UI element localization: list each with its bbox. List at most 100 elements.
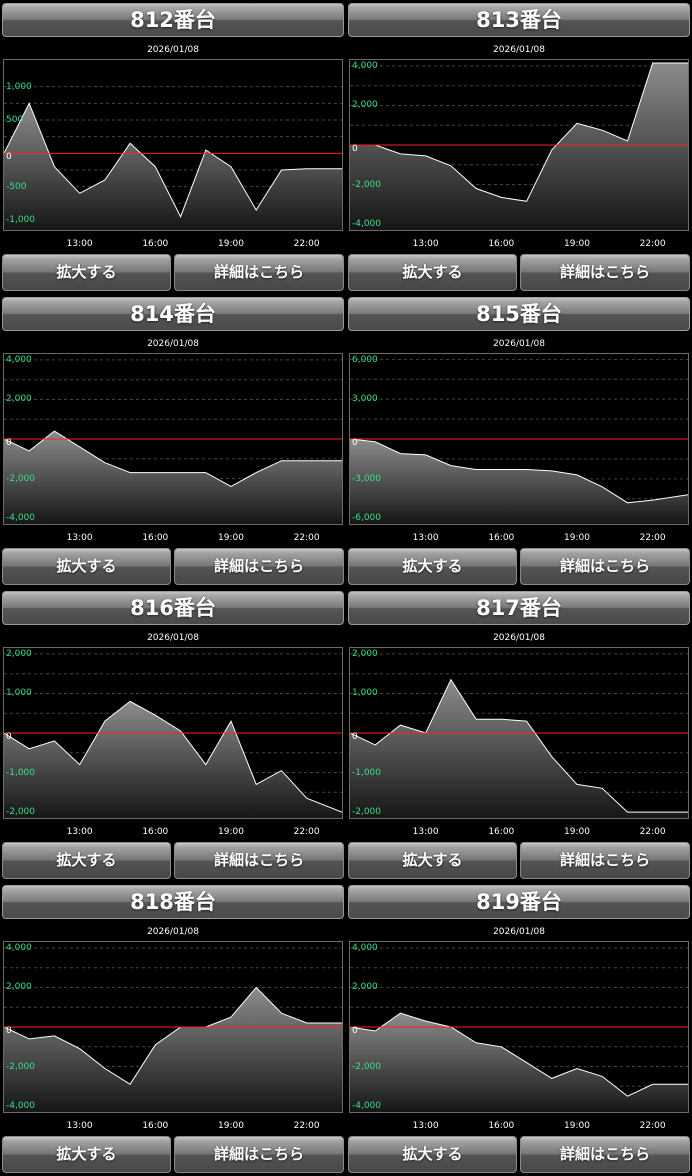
- x-tick-label: 13:00: [66, 239, 93, 249]
- machine-panel: 818番台 2026/01/08 4,000 2,000 0 -2,000 -4,000 13…: [0, 882, 344, 1176]
- chart-date: 2026/01/08: [493, 339, 545, 349]
- chart-svg: [350, 653, 688, 818]
- y-tick-label: -6,000: [352, 513, 382, 523]
- y-tick-label: -1,000: [6, 215, 36, 225]
- x-tick-label: 13:00: [412, 1121, 439, 1131]
- detail-button[interactable]: 詳細はこちら: [520, 1136, 690, 1173]
- x-tick-label: 13:00: [412, 239, 439, 249]
- x-tick-label: 16:00: [488, 533, 515, 543]
- y-tick-label: -2,000: [6, 1061, 36, 1072]
- x-tick-label: 22:00: [639, 1121, 666, 1131]
- x-tick-label: 22:00: [293, 827, 320, 837]
- y-tick-label: -2,000: [6, 807, 36, 817]
- chart-plot-area: 4,000 2,000 0 -2,000 -4,000: [349, 941, 689, 1113]
- chart-plot-area: 2,000 1,000 0 -1,000 -2,000: [349, 647, 689, 819]
- x-tick-label: 19:00: [218, 827, 244, 837]
- chart-date: 2026/01/08: [147, 339, 199, 349]
- zoom-button[interactable]: 拡大する: [2, 842, 171, 879]
- machine-graph-grid: 812番台 2026/01/08 1,000 500 0 -500 -1,000 13:00 1…: [0, 0, 692, 1174]
- detail-button[interactable]: 詳細はこちら: [520, 548, 690, 585]
- machine-title: 813番台: [348, 3, 690, 37]
- x-tick-label: 19:00: [564, 827, 590, 837]
- x-tick-label: 13:00: [66, 827, 93, 837]
- x-tick-label: 16:00: [488, 827, 515, 837]
- chart-plot-area: 4,000 2,000 0 -2,000 -4,000: [3, 353, 343, 525]
- y-tick-label: 0: [6, 732, 12, 742]
- y-tick-label: -4,000: [352, 219, 382, 229]
- detail-button[interactable]: 詳細はこちら: [174, 1136, 344, 1173]
- x-tick-label: 16:00: [488, 1121, 515, 1131]
- y-tick-label: 0: [6, 438, 12, 448]
- zoom-button[interactable]: 拡大する: [348, 548, 517, 585]
- y-tick-label: 2,000: [6, 649, 32, 659]
- x-tick-label: 22:00: [639, 239, 666, 249]
- detail-button[interactable]: 詳細はこちら: [520, 842, 690, 879]
- y-tick-label: 0: [352, 438, 358, 448]
- machine-title: 815番台: [348, 297, 690, 331]
- x-tick-label: 13:00: [412, 827, 439, 837]
- y-tick-label: -4,000: [352, 1101, 382, 1111]
- chart-svg: [350, 947, 688, 1112]
- y-tick-label: 0: [6, 152, 12, 163]
- chart-plot-area: 2,000 1,000 0 -1,000 -2,000: [3, 647, 343, 819]
- x-tick-label: 16:00: [142, 1121, 169, 1131]
- chart-date: 2026/01/08: [147, 927, 199, 937]
- detail-button[interactable]: 詳細はこちら: [174, 548, 344, 585]
- zoom-button[interactable]: 拡大する: [2, 1136, 171, 1173]
- x-tick-label: 16:00: [142, 239, 169, 249]
- series-area: [4, 987, 342, 1112]
- detail-button[interactable]: 詳細はこちら: [174, 254, 344, 291]
- x-tick-label: 22:00: [293, 239, 320, 249]
- chart-svg: [350, 358, 688, 524]
- zoom-button[interactable]: 拡大する: [348, 254, 517, 291]
- y-tick-label: 2,000: [352, 100, 378, 111]
- zoom-button[interactable]: 拡大する: [2, 548, 171, 585]
- y-tick-label: 1,000: [6, 688, 32, 699]
- x-tick-label: 19:00: [218, 239, 244, 249]
- machine-panel: 812番台 2026/01/08 1,000 500 0 -500 -1,000 13:00 1…: [0, 0, 344, 294]
- x-tick-label: 13:00: [66, 1121, 93, 1131]
- y-tick-label: -500: [6, 181, 27, 192]
- zoom-button[interactable]: 拡大する: [2, 254, 171, 291]
- y-tick-label: 4,000: [352, 61, 378, 71]
- detail-button[interactable]: 詳細はこちら: [174, 842, 344, 879]
- zoom-button[interactable]: 拡大する: [348, 842, 517, 879]
- x-tick-label: 22:00: [293, 533, 320, 543]
- x-tick-label: 19:00: [218, 1121, 244, 1131]
- y-tick-label: 4,000: [6, 355, 32, 365]
- detail-button[interactable]: 詳細はこちら: [520, 254, 690, 291]
- chart-svg: [4, 359, 342, 524]
- machine-panel: 813番台 2026/01/08 4,000 2,000 0 -2,000 -4,000 13…: [346, 0, 690, 294]
- machine-panel: 816番台 2026/01/08 2,000 1,000 0 -1,000 -2,000 13…: [0, 588, 344, 882]
- y-tick-label: 2,000: [352, 982, 378, 993]
- machine-title: 812番台: [2, 3, 344, 37]
- machine-title: 818番台: [2, 885, 344, 919]
- x-tick-label: 19:00: [564, 239, 590, 249]
- y-tick-label: -2,000: [352, 807, 382, 817]
- x-tick-label: 19:00: [218, 533, 244, 543]
- chart-date: 2026/01/08: [493, 45, 545, 55]
- y-tick-label: 1,000: [6, 81, 32, 92]
- series-area: [4, 701, 342, 818]
- machine-title: 817番台: [348, 591, 690, 625]
- y-tick-label: 0: [352, 144, 358, 154]
- x-tick-label: 22:00: [639, 533, 666, 543]
- x-tick-label: 16:00: [142, 827, 169, 837]
- y-tick-label: 2,000: [6, 394, 32, 405]
- chart-svg: [4, 653, 342, 818]
- series-area: [350, 439, 688, 524]
- x-tick-label: 13:00: [412, 533, 439, 543]
- y-tick-label: 6,000: [352, 355, 378, 365]
- y-tick-label: 1,000: [352, 688, 378, 699]
- machine-title: 819番台: [348, 885, 690, 919]
- y-tick-label: -4,000: [6, 1101, 36, 1111]
- y-tick-label: 0: [6, 1026, 12, 1036]
- zoom-button[interactable]: 拡大する: [348, 1136, 517, 1173]
- x-tick-label: 19:00: [564, 533, 590, 543]
- machine-panel: 815番台 2026/01/08 6,000 3,000 0 -3,000 -6,000 13…: [346, 294, 690, 588]
- machine-title: 814番台: [2, 297, 344, 331]
- series-area: [350, 1013, 688, 1112]
- y-tick-label: -1,000: [6, 767, 36, 778]
- x-tick-label: 16:00: [142, 533, 169, 543]
- y-tick-label: -2,000: [352, 179, 382, 190]
